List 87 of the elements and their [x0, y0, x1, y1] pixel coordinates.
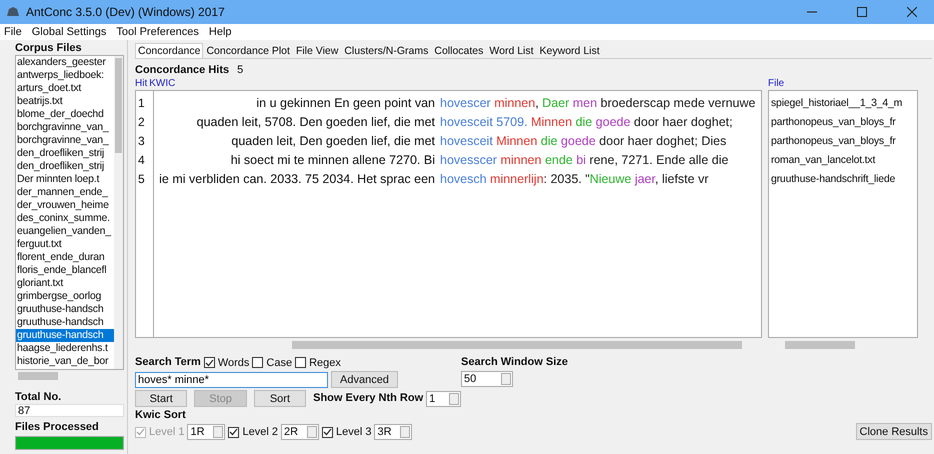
corpus-file-item[interactable]: des_coninx_summe. — [16, 212, 114, 225]
menu-item[interactable]: Tool Preferences — [116, 26, 199, 38]
checkbox[interactable] — [252, 357, 264, 368]
level-label: Level 1 — [149, 426, 184, 438]
hit-number: 1 — [137, 95, 146, 112]
keyword-context: hovesscer minnen ende bi rene, 7271. Ende alle die — [440, 152, 730, 169]
nth-row-label: Show Every Nth Row — [313, 392, 424, 405]
file-name: gruuthuse-handschrift_liede — [770, 172, 896, 187]
corpus-file-item[interactable]: Der minnten loep.t — [16, 173, 114, 186]
checkbox[interactable] — [322, 426, 333, 438]
app-icon — [6, 6, 20, 18]
column-header[interactable]: KWIC — [149, 78, 176, 90]
total-label: Total No. — [15, 391, 62, 404]
corpus-file-item[interactable]: blome_der_doechd — [16, 108, 114, 121]
corpus-file-item[interactable]: gloriant.txt — [16, 277, 114, 290]
corpus-file-item[interactable]: arturs_doet.txt — [16, 82, 114, 95]
corpus-file-item[interactable]: borchgravinne_van_ — [16, 121, 114, 134]
advanced-button[interactable]: Advanced — [331, 371, 398, 388]
action-button[interactable]: Start — [135, 390, 188, 407]
window-title: AntConc 3.5.0 (Dev) (Windows) 2017 — [26, 5, 226, 19]
option-label: Words — [218, 356, 250, 368]
hit-number: 5 — [137, 171, 146, 188]
hit-number: 3 — [137, 133, 146, 150]
hits-count: 5 — [237, 64, 244, 77]
checkbox[interactable] — [228, 426, 240, 438]
corpus-file-item[interactable]: florent_ende_duran — [16, 251, 114, 264]
checkbox[interactable] — [295, 357, 306, 368]
corpus-file-item[interactable]: borchgravinne_van_ — [16, 134, 114, 147]
corpus-files-label: Corpus Files — [15, 42, 83, 55]
hits-label: Concordance Hits — [135, 64, 230, 77]
corpus-file-item[interactable]: der_mannen_ende_ — [16, 186, 114, 199]
level-spinner[interactable]: 2R — [280, 424, 319, 440]
menu-item[interactable]: Global Settings — [32, 26, 106, 38]
left-context: hi soect mi te minnen allene 7270. Bi — [230, 152, 435, 169]
keyword-context: hovesceit 5709. Minnen die goede door haer doghet; — [440, 114, 734, 131]
nth-row-spinner[interactable]: 1 — [426, 390, 461, 406]
menu-item[interactable]: Help — [208, 26, 232, 38]
column-header[interactable]: Hit — [135, 78, 148, 90]
corpus-file-item[interactable]: alexanders_geester — [16, 56, 114, 69]
checkbox[interactable] — [204, 357, 215, 368]
file-name: spiegel_historiael__1_3_4_m — [770, 96, 904, 111]
corpus-file-item[interactable]: haagse_liederenhs.t — [16, 342, 114, 355]
tab[interactable]: Concordance — [135, 43, 204, 58]
option-label: Case — [266, 356, 292, 368]
close-icon[interactable] — [907, 7, 917, 17]
level-label: Level 2 — [242, 426, 278, 438]
keyword-context: hovesch minnerlijn: 2035. "Nieuwe jaer, liefste vr — [440, 171, 710, 188]
corpus-file-item[interactable]: gruuthuse-handsch — [16, 303, 114, 316]
search-field[interactable]: hoves* minne* — [135, 372, 328, 388]
left-context: quaden leit, 5708. Den goeden lief, die met — [196, 114, 435, 131]
file-name: parthonopeus_van_bloys_fr — [770, 134, 897, 149]
corpus-file-item[interactable]: beatrijs.txt — [16, 95, 114, 108]
corpus-file-item[interactable]: grimbergse_oorlog — [16, 290, 114, 303]
file-name: parthonopeus_van_bloys_fr — [770, 115, 897, 130]
column-header[interactable]: File — [768, 78, 932, 90]
corpus-file-item[interactable]: gruuthuse-handsch — [16, 316, 114, 329]
action-button[interactable]: Sort — [254, 390, 306, 407]
files-processed-label: Files Processed — [15, 421, 100, 434]
corpus-file-item[interactable]: den_droefliken_strij — [16, 160, 114, 173]
menu-item[interactable]: File — [4, 26, 22, 38]
maximize-icon[interactable] — [857, 7, 867, 17]
corpus-file-item[interactable]: euangelien_vanden_ — [16, 225, 114, 238]
corpus-file-item[interactable]: floris_ende_blancefl — [16, 264, 114, 277]
option-label: Regex — [309, 356, 341, 368]
corpus-file-item[interactable]: den_droefliken_strij — [16, 147, 114, 160]
hit-number: 4 — [137, 152, 146, 169]
window-size-spinner[interactable]: 50 — [461, 371, 513, 387]
corpus-file-item[interactable]: ferguut.txt — [16, 238, 114, 251]
corpus-file-item[interactable]: gruuthuse-handsch — [16, 329, 114, 342]
clone-results-button[interactable]: Clone Results — [856, 423, 932, 440]
left-context: quaden leit, Den goeden lief, die met — [230, 133, 435, 150]
kwic-sort-label: Kwic Sort — [135, 409, 187, 422]
left-context: in u gekinnen En geen point van — [255, 95, 435, 112]
left-context: ie mi verbliden can. 2033. 75 2034. Het sprac een — [158, 171, 435, 188]
level-spinner[interactable]: 3R — [374, 424, 412, 440]
level-label: Level 3 — [336, 426, 372, 438]
keyword-context: hovesceit Minnen die goede door haer doghet; Dies — [440, 133, 728, 150]
search-term-label: Search Term — [135, 356, 201, 369]
hit-number: 2 — [137, 114, 146, 131]
scrollbar[interactable] — [114, 56, 123, 369]
window-size-label: Search Window Size — [461, 356, 569, 369]
keyword-context: hovescer minnen, Daer men broederscap mede vernuwe — [440, 95, 756, 112]
file-name: roman_van_lancelot.txt — [770, 153, 876, 168]
total-field: 87 — [15, 404, 124, 418]
corpus-file-item[interactable]: der_vrouwen_heime — [16, 199, 114, 212]
corpus-file-item[interactable]: antwerps_liedboek: — [16, 69, 114, 82]
corpus-file-item[interactable]: historie_van_de_bor — [16, 355, 114, 368]
